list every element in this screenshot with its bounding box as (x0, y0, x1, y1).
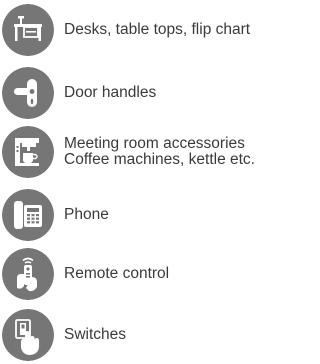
list-item-desks: Desks, table tops, flip chart (2, 4, 304, 56)
coffee-machine-icon (2, 126, 54, 178)
list-item-meeting-room-accessories: Meeting room accessories Coffee machines… (2, 126, 304, 178)
list-item-door-handles: Door handles (2, 67, 304, 119)
door-handle-icon (2, 67, 54, 119)
item-label-line: Coffee machines, kettle etc. (64, 151, 255, 168)
desk-icon (2, 4, 54, 56)
remote-control-icon (2, 248, 54, 300)
item-label-line: Remote control (64, 265, 170, 282)
item-label: Meeting room accessories Coffee machines… (64, 126, 304, 178)
list-item-phone: Phone (2, 189, 304, 241)
list-item-remote-control: Remote control (2, 248, 304, 300)
phone-icon (2, 189, 54, 241)
item-label-line: Door handles (64, 84, 157, 101)
switch-icon (2, 309, 54, 361)
list-item-switches: Switches (2, 309, 304, 361)
surface-list: Desks, table tops, flip chart Door handl… (0, 0, 306, 364)
item-label-line: Desks, table tops, flip chart (64, 21, 251, 38)
item-label-line: Phone (64, 206, 109, 223)
item-label-line: Meeting room accessories (64, 135, 245, 152)
item-label-line: Switches (64, 326, 127, 343)
item-label: Remote control (64, 248, 304, 300)
item-label: Phone (64, 189, 304, 241)
item-label: Desks, table tops, flip chart (64, 4, 304, 56)
item-label: Door handles (64, 67, 304, 119)
item-label: Switches (64, 309, 304, 361)
